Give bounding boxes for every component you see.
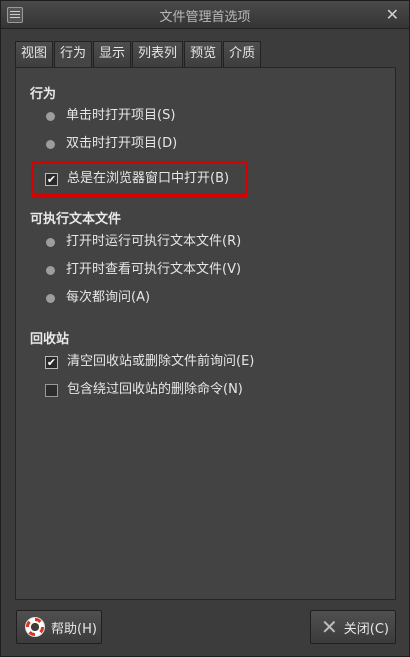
radio-icon[interactable] (46, 265, 55, 275)
tab-behavior[interactable]: 行为 (54, 41, 93, 68)
run-executable-option[interactable]: 打开时运行可执行文本文件(R) (45, 232, 241, 252)
close-icon[interactable]: ✕ (386, 5, 399, 24)
double-click-label: 双击时打开项目(D) (66, 136, 178, 151)
confirm-trash-checkbox[interactable]: ✔ 清空回收站或删除文件前询问(E) (45, 352, 254, 372)
ask-each-time-label: 每次都询问(A) (66, 290, 151, 305)
confirm-trash-label: 清空回收站或删除文件前询问(E) (67, 354, 255, 369)
ask-each-time-option[interactable]: 每次都询问(A) (45, 288, 150, 308)
executables-section-title: 可执行文本文件 (30, 212, 122, 227)
tab-display[interactable]: 显示 (93, 41, 132, 67)
view-executable-label: 打开时查看可执行文本文件(V) (66, 262, 242, 277)
checkbox-unchecked-icon[interactable] (45, 383, 58, 397)
window-title: 文件管理首选项 (159, 10, 251, 25)
lifebuoy-icon (25, 617, 45, 637)
preferences-window: 文件管理首选项 ✕ 视图 行为 显示 列表列 预览 介质 行为 单击时打开项目(… (0, 0, 410, 657)
tab-media[interactable]: 介质 (223, 41, 262, 67)
view-executable-option[interactable]: 打开时查看可执行文本文件(V) (45, 260, 241, 280)
radio-icon[interactable] (46, 139, 55, 149)
double-click-option[interactable]: 双击时打开项目(D) (45, 134, 177, 154)
behavior-panel: 行为 单击时打开项目(S) 双击时打开项目(D) ✔ 总是在浏览器窗口中打开(B… (15, 67, 396, 600)
trash-section-title: 回收站 (30, 332, 70, 347)
include-delete-checkbox[interactable]: 包含绕过回收站的删除命令(N) (45, 380, 243, 400)
single-click-option[interactable]: 单击时打开项目(S) (45, 106, 175, 126)
open-in-browser-label: 总是在浏览器窗口中打开(B) (67, 171, 230, 186)
tab-bar: 视图 行为 显示 列表列 预览 介质 (15, 41, 262, 68)
checkbox-checked-icon[interactable]: ✔ (45, 172, 58, 186)
include-delete-label: 包含绕过回收站的删除命令(N) (67, 382, 243, 397)
help-button-label: 帮助(H) (51, 621, 97, 637)
behavior-section-title: 行为 (30, 87, 57, 102)
close-x-icon: ✕ (321, 615, 338, 639)
run-executable-label: 打开时运行可执行文本文件(R) (66, 234, 242, 249)
radio-icon[interactable] (46, 293, 55, 303)
tab-preview[interactable]: 预览 (184, 41, 223, 67)
radio-icon[interactable] (46, 237, 55, 247)
tab-list-columns[interactable]: 列表列 (132, 41, 184, 67)
close-button[interactable]: ✕ 关闭(C) (310, 610, 396, 644)
radio-icon[interactable] (46, 111, 55, 121)
open-in-browser-checkbox[interactable]: ✔ 总是在浏览器窗口中打开(B) (45, 169, 229, 189)
title-bar[interactable]: 文件管理首选项 ✕ (1, 1, 409, 29)
checkbox-checked-icon[interactable]: ✔ (45, 355, 58, 369)
help-button[interactable]: 帮助(H) (16, 610, 102, 644)
tab-view[interactable]: 视图 (15, 41, 54, 67)
close-button-label: 关闭(C) (343, 621, 389, 637)
single-click-label: 单击时打开项目(S) (66, 108, 176, 123)
